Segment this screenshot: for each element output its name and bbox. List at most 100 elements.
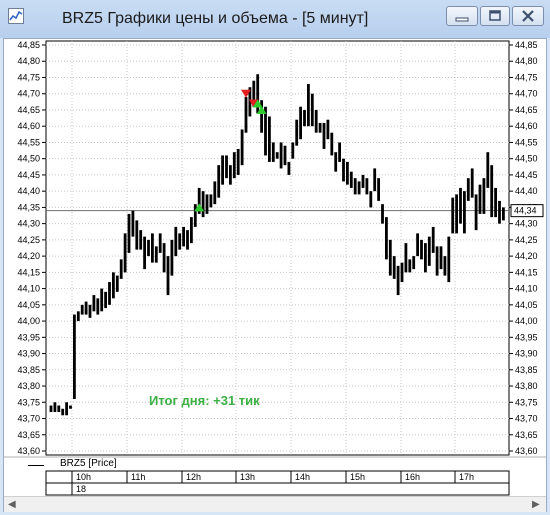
price-bar[interactable]: [76, 311, 80, 322]
price-bar[interactable]: [88, 304, 92, 318]
price-bar[interactable]: [119, 259, 123, 279]
price-bar[interactable]: [385, 217, 388, 260]
price-bar[interactable]: [225, 155, 228, 179]
price-bar[interactable]: [80, 304, 84, 315]
price-bar[interactable]: [416, 233, 419, 257]
price-bar[interactable]: [346, 161, 349, 185]
price-bar[interactable]: [307, 83, 310, 127]
price-bar[interactable]: [420, 239, 423, 260]
price-bar[interactable]: [365, 178, 369, 195]
price-bar[interactable]: [201, 191, 205, 218]
scroll-left-icon[interactable]: ◀: [8, 499, 16, 510]
price-bar[interactable]: [115, 275, 119, 292]
price-bar[interactable]: [92, 295, 96, 312]
price-bar[interactable]: [158, 233, 162, 253]
title-bar[interactable]: BRZ5 Графики цены и объема - [5 минут]: [0, 0, 550, 38]
price-bar[interactable]: [205, 194, 209, 214]
price-bar[interactable]: [73, 314, 76, 400]
price-bar[interactable]: [57, 405, 61, 413]
price-bar[interactable]: [404, 243, 408, 273]
price-bar[interactable]: [135, 220, 139, 250]
price-bar[interactable]: [435, 246, 439, 276]
price-bar[interactable]: [466, 178, 470, 201]
price-bar[interactable]: [353, 178, 357, 195]
price-bar[interactable]: [295, 119, 299, 146]
price-bar[interactable]: [236, 148, 240, 175]
price-bar[interactable]: [310, 93, 314, 127]
price-bar[interactable]: [221, 155, 224, 185]
price-bar[interactable]: [178, 233, 182, 250]
price-bar[interactable]: [443, 256, 447, 276]
price-bar[interactable]: [127, 213, 131, 253]
price-bar[interactable]: [112, 272, 115, 299]
price-bar[interactable]: [338, 142, 341, 162]
close-button[interactable]: [512, 6, 544, 26]
price-bar[interactable]: [287, 161, 291, 175]
price-bar[interactable]: [361, 174, 365, 188]
price-bar[interactable]: [240, 129, 244, 166]
price-bar[interactable]: [104, 291, 107, 309]
price-chart[interactable]: 44,85 44,85 44,80 44,80 44,75 44,75 44,70 44,70…: [4, 39, 546, 497]
price-bar[interactable]: [186, 230, 189, 250]
price-bar[interactable]: [431, 226, 435, 253]
price-bar[interactable]: [373, 168, 377, 192]
price-bar[interactable]: [334, 152, 338, 172]
price-bar[interactable]: [470, 168, 474, 198]
price-bar[interactable]: [381, 204, 384, 224]
price-bar[interactable]: [154, 246, 158, 263]
price-bar[interactable]: [314, 109, 318, 133]
price-bar[interactable]: [139, 230, 143, 250]
horizontal-scrollbar[interactable]: ◀ ▶: [4, 496, 546, 512]
price-bar[interactable]: [498, 200, 501, 224]
price-bar[interactable]: [439, 246, 443, 270]
price-bar[interactable]: [396, 265, 400, 296]
price-bar[interactable]: [151, 233, 154, 263]
price-bar[interactable]: [482, 178, 486, 214]
price-bar[interactable]: [424, 243, 427, 273]
price-bar[interactable]: [213, 181, 217, 205]
maximize-button[interactable]: [480, 6, 510, 26]
price-bar[interactable]: [232, 152, 236, 179]
price-bar[interactable]: [303, 109, 306, 127]
price-bar[interactable]: [69, 405, 72, 409]
price-bar[interactable]: [451, 197, 455, 234]
price-bar[interactable]: [408, 259, 412, 273]
price-bar[interactable]: [326, 119, 330, 140]
price-bar[interactable]: [299, 106, 302, 140]
price-bar[interactable]: [357, 181, 361, 195]
price-bar[interactable]: [217, 165, 221, 198]
price-bar[interactable]: [193, 204, 197, 227]
price-bar[interactable]: [455, 194, 458, 234]
price-bar[interactable]: [291, 142, 295, 159]
price-bar[interactable]: [318, 122, 322, 133]
price-bar[interactable]: [400, 262, 404, 283]
price-bar[interactable]: [123, 233, 127, 273]
price-bar[interactable]: [342, 158, 345, 182]
price-bar[interactable]: [131, 210, 135, 237]
price-bar[interactable]: [490, 165, 494, 218]
price-bar[interactable]: [209, 194, 213, 208]
price-bar[interactable]: [322, 122, 326, 149]
price-bar[interactable]: [283, 145, 287, 166]
price-bar[interactable]: [447, 236, 451, 283]
price-bar[interactable]: [268, 116, 271, 162]
minimize-button[interactable]: [446, 6, 478, 26]
price-bar[interactable]: [279, 142, 283, 169]
price-bar[interactable]: [349, 171, 353, 188]
price-bar[interactable]: [502, 207, 505, 221]
price-bar[interactable]: [412, 256, 416, 270]
price-bar[interactable]: [494, 187, 497, 218]
price-bar[interactable]: [65, 402, 68, 416]
price-bar[interactable]: [427, 236, 431, 266]
price-bar[interactable]: [459, 187, 462, 224]
price-bar[interactable]: [486, 152, 490, 188]
price-bar[interactable]: [143, 236, 146, 270]
price-bar[interactable]: [53, 402, 57, 413]
price-bar[interactable]: [377, 178, 380, 201]
price-bar[interactable]: [61, 408, 65, 416]
price-bar[interactable]: [463, 191, 466, 234]
price-bar[interactable]: [49, 405, 53, 413]
price-bar[interactable]: [190, 217, 193, 244]
scroll-right-icon[interactable]: ▶: [532, 499, 540, 510]
price-bar[interactable]: [96, 298, 100, 315]
